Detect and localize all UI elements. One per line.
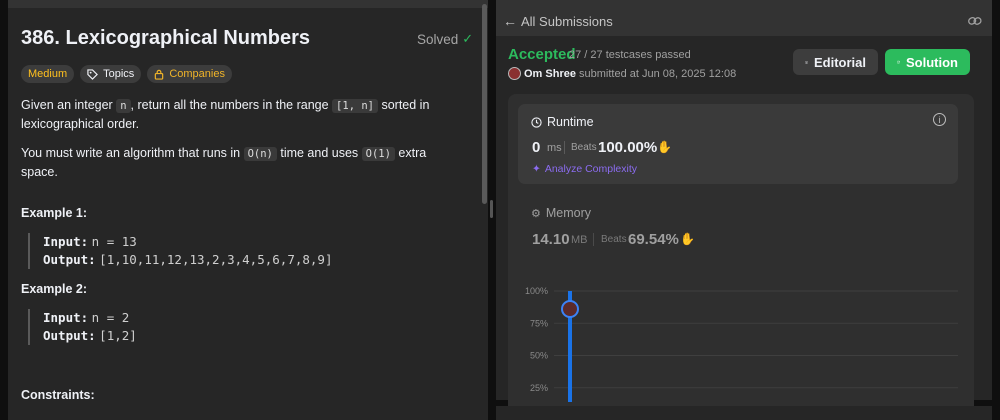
runtime-beats-percent: 100.00% <box>598 139 658 156</box>
problem-panel: 386. Lexicographical Numbers Solved ✓ Me… <box>8 0 488 420</box>
companies-tag[interactable]: Companies <box>147 65 232 83</box>
solution-button[interactable]: Solution <box>885 49 970 75</box>
difficulty-tag[interactable]: Medium <box>21 65 75 83</box>
analyze-label: Analyze Complexity <box>544 163 638 175</box>
input-label: Input: <box>43 234 89 249</box>
edit-icon <box>897 60 900 64</box>
desc-text: You must write an algorithm that runs in <box>21 146 244 160</box>
clap-icon: ✋ <box>680 232 695 246</box>
topics-label: Topics <box>103 68 135 80</box>
solved-label: Solved <box>417 31 459 47</box>
panel-resize-handle[interactable] <box>490 200 493 218</box>
example-input-row: Input: n = 13 <box>43 233 332 251</box>
memory-value: 14.10 <box>532 231 570 248</box>
lock-icon <box>155 69 164 80</box>
desc-text: time and uses <box>276 146 362 160</box>
analyze-complexity-link[interactable]: ✦ Analyze Complexity <box>532 163 637 175</box>
desc-text: , return all the numbers in the range <box>130 98 333 112</box>
example-2-title: Example 2: <box>21 282 88 296</box>
output-label: Output: <box>43 252 96 267</box>
chip-icon: ⚙ <box>531 207 541 220</box>
description-paragraph-1: Given an integer n, return all the numbe… <box>21 96 461 133</box>
tag-icon <box>87 68 99 80</box>
tag-row: Medium Topics Companies <box>21 65 232 83</box>
accepted-status: Accepted <box>508 46 576 63</box>
inline-code: [1, n] <box>332 99 378 113</box>
avatar[interactable] <box>508 67 521 80</box>
distribution-chart: 100% 75% 50% 25% <box>525 286 958 402</box>
clock-icon <box>531 116 542 128</box>
user-position-avatar[interactable] <box>561 300 579 318</box>
submitted-at: submitted at Jun 08, 2025 12:08 <box>579 68 737 80</box>
submitter-line: Om Shree submitted at Jun 08, 2025 12:08 <box>524 68 736 80</box>
left-scrollbar[interactable] <box>482 4 487 204</box>
input-value: n = 2 <box>91 310 130 325</box>
link-icon[interactable] <box>968 14 982 29</box>
runtime-label: Runtime <box>547 115 594 129</box>
sparkle-icon: ✦ <box>532 163 541 175</box>
memory-label-row: ⚙ Memory <box>531 206 591 220</box>
topics-tag[interactable]: Topics <box>80 65 142 83</box>
panel-topbar <box>496 0 992 8</box>
solution-label: Solution <box>906 54 958 70</box>
submission-header: ← All Submissions <box>496 8 992 36</box>
testcases-passed: 27 / 27 testcases passed <box>569 49 691 61</box>
check-circle-icon: ✓ <box>462 31 474 46</box>
input-label: Input: <box>43 310 89 325</box>
editorial-label: Editorial <box>813 54 866 70</box>
description-paragraph-2: You must write an algorithm that runs in… <box>21 144 461 181</box>
example-1-block: Input: n = 13 Output: [1,10,11,12,13,2,3… <box>28 233 332 269</box>
clap-icon: ✋ <box>657 140 672 154</box>
panel-topbar <box>8 0 488 8</box>
input-value: n = 13 <box>91 234 137 249</box>
example-input-row: Input: n = 2 <box>43 309 137 327</box>
solved-status: Solved ✓ <box>417 31 473 47</box>
book-icon <box>805 60 808 64</box>
editorial-button[interactable]: Editorial <box>793 49 878 75</box>
memory-beats-percent: 69.54% <box>628 231 679 248</box>
all-submissions-link[interactable]: All Submissions <box>521 14 613 29</box>
y-tick-label: 100% <box>525 286 548 296</box>
desc-text: Given an integer <box>21 98 117 112</box>
output-label: Output: <box>43 328 96 343</box>
info-icon[interactable]: i <box>933 113 946 126</box>
memory-beats-label: Beats <box>601 234 627 245</box>
divider <box>593 233 594 246</box>
inline-code: O(1) <box>361 147 395 161</box>
problem-title: 386. Lexicographical Numbers <box>21 27 311 49</box>
y-tick-label: 25% <box>530 383 548 393</box>
memory-label: Memory <box>545 206 592 220</box>
y-tick-label: 50% <box>530 351 548 361</box>
runtime-unit: ms <box>547 142 562 154</box>
companies-label: Companies <box>169 68 225 80</box>
inline-code: O(n) <box>243 147 277 161</box>
y-tick-label: 75% <box>530 318 548 328</box>
test-result-panel <box>496 406 992 420</box>
output-value: [1,10,11,12,13,2,3,4,5,6,7,8,9] <box>99 252 333 267</box>
output-value: [1,2] <box>99 328 137 343</box>
example-output-row: Output: [1,10,11,12,13,2,3,4,5,6,7,8,9] <box>43 251 332 269</box>
inline-code: n <box>116 99 131 113</box>
runtime-beats-label: Beats <box>571 142 597 153</box>
memory-unit: MB <box>571 234 588 246</box>
example-2-block: Input: n = 2 Output: [1,2] <box>28 309 137 345</box>
runtime-value: 0 <box>532 139 541 156</box>
divider <box>564 141 565 154</box>
back-arrow-icon[interactable]: ← <box>503 13 517 29</box>
example-1-title: Example 1: <box>21 206 88 220</box>
submitter-name[interactable]: Om Shree <box>524 68 576 80</box>
runtime-label-row: Runtime <box>531 115 594 129</box>
constraints-title: Constraints: <box>21 388 95 402</box>
example-output-row: Output: [1,2] <box>43 327 137 345</box>
